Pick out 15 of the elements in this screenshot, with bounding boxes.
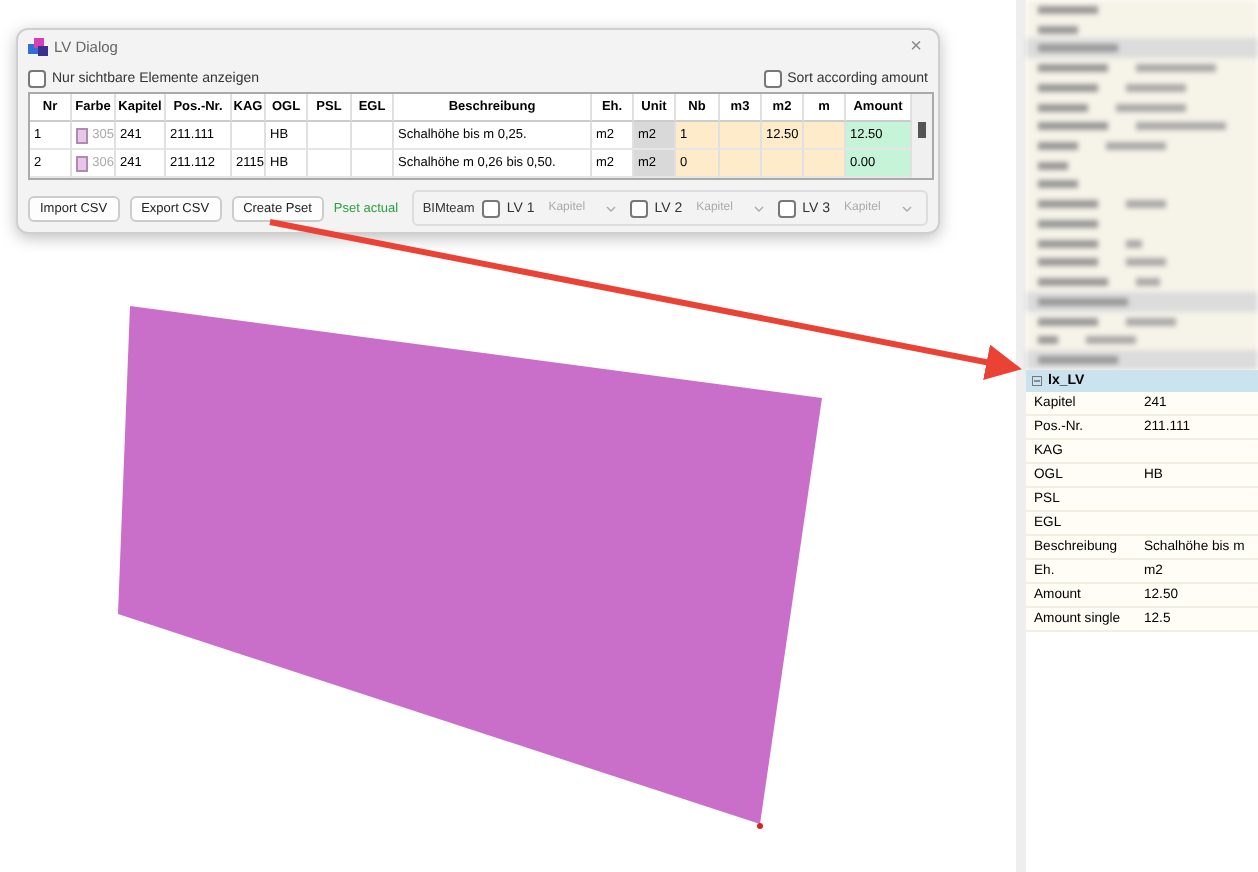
chevron-down-icon (606, 205, 617, 211)
app-logo-icon (28, 38, 48, 56)
table-cell (762, 150, 804, 178)
chevron-down-icon (754, 205, 765, 211)
table-cell (804, 150, 846, 178)
table-cell (308, 122, 352, 150)
scrollbar[interactable] (912, 94, 932, 178)
collapse-icon (1032, 376, 1042, 386)
point-marker (757, 823, 763, 829)
table-cell (720, 150, 762, 178)
table-cell (804, 122, 846, 150)
table-cell (232, 122, 266, 150)
table-cell (720, 122, 762, 150)
table-cell (352, 122, 394, 150)
chevron-down-icon (902, 205, 912, 211)
